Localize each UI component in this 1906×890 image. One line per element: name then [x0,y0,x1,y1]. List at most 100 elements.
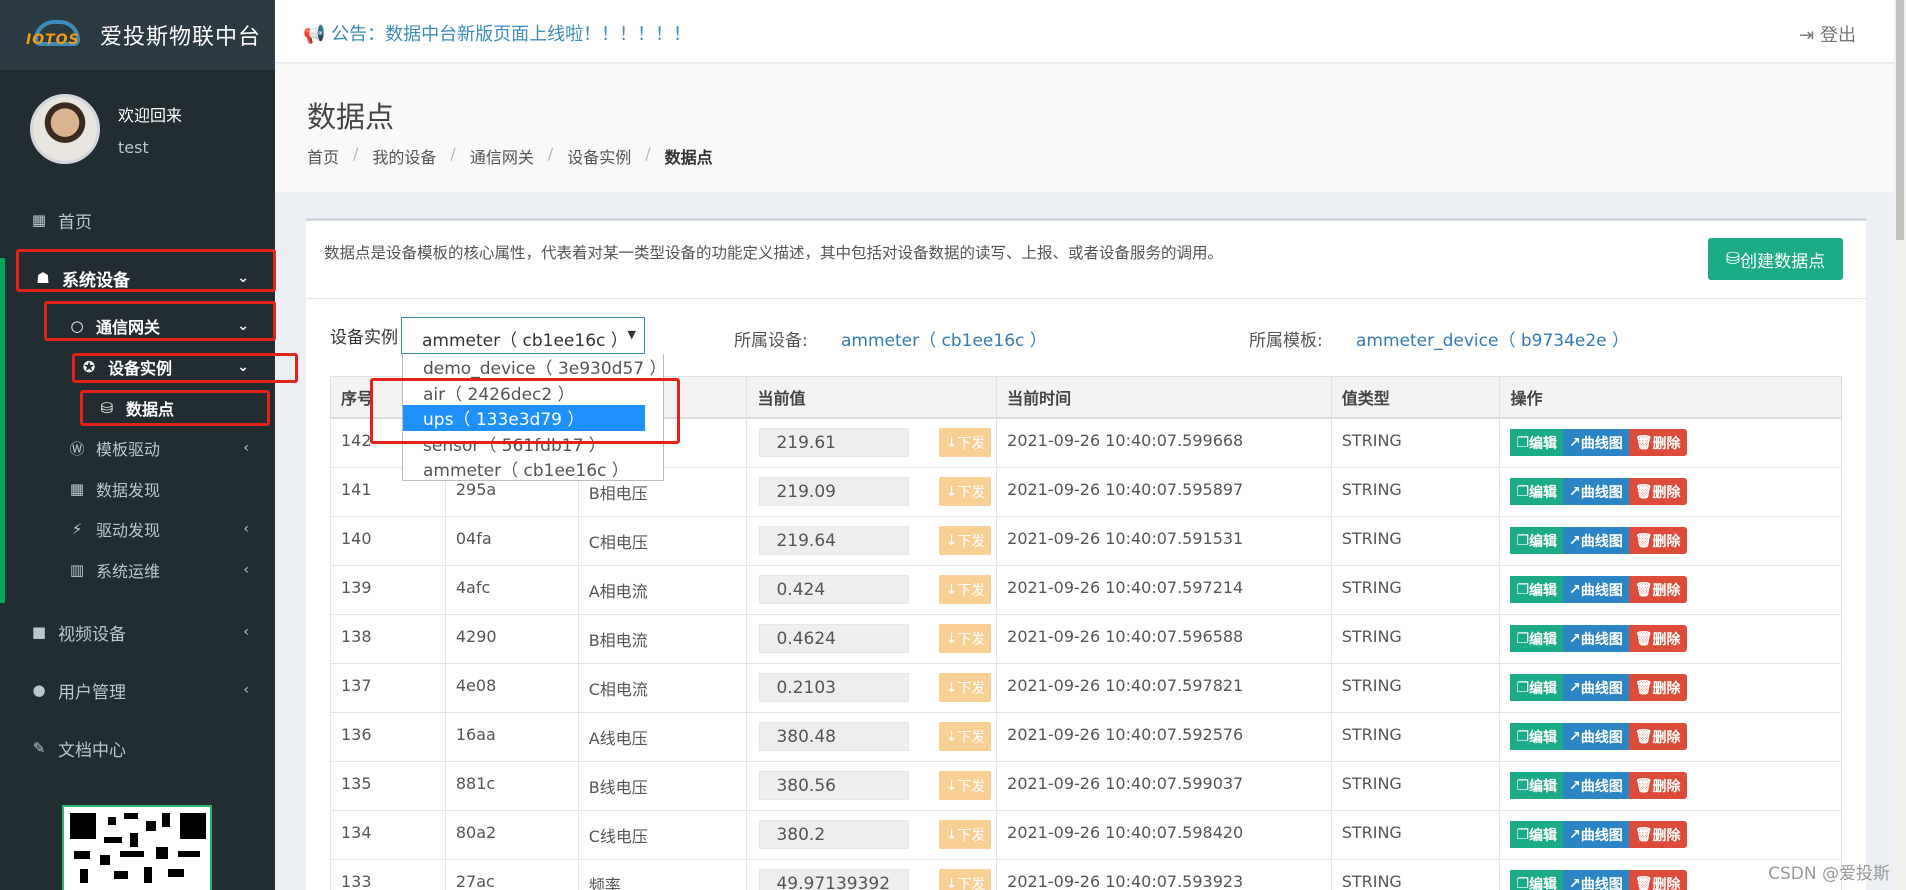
edit-button[interactable]: ❐ 编辑 [1510,527,1564,554]
value-input[interactable]: 0.4624 [759,624,910,653]
sidebar-item-template-driver[interactable]: Ⓦ 模板驱动 ‹ [0,436,275,460]
sidebar-item-driver-discovery[interactable]: ⚡ 驱动发现 ‹ [0,517,275,541]
device-instance-label: 设备实例 [330,328,398,348]
edit-button[interactable]: ❐ 编辑 [1510,674,1564,701]
breadcrumb: 首页 / 我的设备 / 通信网关 / 设备实例 / 数据点 [307,144,713,168]
row-current-value: 0.2103 ↓ 下发 [747,664,998,712]
edit-button[interactable]: ❐ 编辑 [1510,478,1564,505]
dropdown-option[interactable]: demo_device（ 3e930d57 ） [403,354,667,380]
device-instance-select[interactable]: ammeter（ cb1ee16c ） ▼ [401,317,645,354]
send-button[interactable]: ↓ 下发 [939,673,992,702]
sidebar-item-home[interactable]: ▦ 首页 [0,208,275,233]
value-input[interactable]: 49.97139392 [759,869,910,890]
send-button[interactable]: ↓ 下发 [939,820,992,849]
send-button[interactable]: ↓ 下发 [939,477,992,506]
line-chart-icon: ↗ [1569,532,1581,549]
curve-button[interactable]: ↗ 曲线图 [1563,576,1629,603]
delete-button[interactable]: 🗑 删除 [1628,821,1687,848]
breadcrumb-home[interactable]: 首页 [307,144,339,168]
edit-button[interactable]: ❐ 编辑 [1510,723,1564,750]
row-type: STRING [1332,615,1501,663]
delete-button[interactable]: 🗑 删除 [1628,478,1687,505]
edit-button[interactable]: ❐ 编辑 [1510,870,1564,890]
edit-button[interactable]: ❐ 编辑 [1510,772,1564,799]
value-input[interactable]: 380.2 [759,820,910,849]
table-row: 140 04fa C相电压 219.64 ↓ 下发 2021-09-26 10:4… [330,517,1842,566]
delete-button[interactable]: 🗑 删除 [1628,772,1687,799]
column-header: 当前时间 [997,377,1332,417]
line-chart-icon: ↗ [1569,826,1581,843]
template-value[interactable]: ammeter_device（ b9734e2e ） [1356,326,1629,351]
trash-icon: 🗑 [1634,679,1653,696]
curve-button[interactable]: ↗ 曲线图 [1563,478,1629,505]
curve-button[interactable]: ↗ 曲线图 [1563,870,1629,890]
value-input[interactable]: 380.56 [759,771,910,800]
row-current-value: 49.97139392 ↓ 下发 [747,860,998,890]
edit-button[interactable]: ❐ 编辑 [1510,821,1564,848]
value-input[interactable]: 219.61 [759,428,910,457]
line-chart-icon: ↗ [1569,630,1581,647]
curve-button[interactable]: ↗ 曲线图 [1563,772,1629,799]
sidebar-item-ops[interactable]: ▥ 系统运维 ‹ [0,558,275,582]
delete-button[interactable]: 🗑 删除 [1628,674,1687,701]
curve-button[interactable]: ↗ 曲线图 [1563,723,1629,750]
row-current-value: 219.61 ↓ 下发 [747,419,998,467]
curve-button[interactable]: ↗ 曲线图 [1563,527,1629,554]
value-input[interactable]: 219.64 [759,526,910,555]
user-name: test [118,137,149,157]
app-logo[interactable]: IOTOS 爱投斯物联中台 [0,0,275,70]
sidebar-item-docs[interactable]: ✎ 文档中心 [0,736,275,761]
table-row: 135 881c B线电压 380.56 ↓ 下发 2021-09-26 10:4… [330,762,1842,811]
delete-button[interactable]: 🗑 删除 [1628,870,1687,890]
edit-button[interactable]: ❐ 编辑 [1510,429,1564,456]
row-id: 881c [446,762,579,810]
video-icon: ■ [31,623,47,641]
copy-icon: ❐ [1516,434,1530,451]
edit-button[interactable]: ❐ 编辑 [1510,625,1564,652]
annotation-box [72,353,298,383]
delete-button[interactable]: 🗑 删除 [1628,429,1687,456]
sidebar-item-users[interactable]: ● 用户管理 ‹ [0,678,275,703]
logo-icon: IOTOS [26,20,84,50]
sidebar-item-data-discovery[interactable]: ▦ 数据发现 [0,477,275,501]
delete-button[interactable]: 🗑 删除 [1628,576,1687,603]
scrollbar[interactable] [1894,0,1906,890]
breadcrumb-gateway[interactable]: 通信网关 [470,144,534,168]
table-row: 133 27ac 频率 49.97139392 ↓ 下发 2021-09-26 1… [330,860,1842,890]
device-value[interactable]: ammeter（ cb1ee16c ） [841,326,1047,351]
delete-button[interactable]: 🗑 删除 [1628,625,1687,652]
send-button[interactable]: ↓ 下发 [939,722,992,751]
dropdown-option[interactable]: ammeter（ cb1ee16c ） [403,456,663,482]
logout-button[interactable]: ⇥ 登出 [1799,21,1856,47]
send-button[interactable]: ↓ 下发 [939,869,992,890]
table-row: 134 80a2 C线电压 380.2 ↓ 下发 2021-09-26 10:40… [330,811,1842,860]
value-input[interactable]: 219.09 [759,477,910,506]
curve-button[interactable]: ↗ 曲线图 [1563,429,1629,456]
edit-button[interactable]: ❐ 编辑 [1510,576,1564,603]
curve-button[interactable]: ↗ 曲线图 [1563,674,1629,701]
send-button[interactable]: ↓ 下发 [939,624,992,653]
send-button[interactable]: ↓ 下发 [939,771,992,800]
value-input[interactable]: 0.2103 [759,673,910,702]
delete-button[interactable]: 🗑 删除 [1628,527,1687,554]
send-button[interactable]: ↓ 下发 [939,428,992,457]
row-time: 2021-09-26 10:40:07.592576 [997,713,1332,761]
curve-button[interactable]: ↗ 曲线图 [1563,821,1629,848]
send-button[interactable]: ↓ 下发 [939,575,992,604]
table-row: 136 16aa A线电压 380.48 ↓ 下发 2021-09-26 10:4… [330,713,1842,762]
row-type: STRING [1332,664,1501,712]
create-data-point-button[interactable]: ⛁ 创建数据点 [1708,238,1843,280]
sidebar-item-video[interactable]: ■ 视频设备 ‹ [0,620,275,645]
breadcrumb-my-devices[interactable]: 我的设备 [372,144,436,168]
row-id: 4e08 [446,664,579,712]
delete-button[interactable]: 🗑 删除 [1628,723,1687,750]
row-actions: ❐ 编辑 ↗ 曲线图 🗑 删除 [1500,566,1841,614]
announcement[interactable]: 📢 公告：数据中台新版页面上线啦！！！！！！ [303,20,691,46]
breadcrumb-device-instance[interactable]: 设备实例 [567,144,631,168]
curve-button[interactable]: ↗ 曲线图 [1563,625,1629,652]
send-button[interactable]: ↓ 下发 [939,526,992,555]
row-type: STRING [1332,419,1501,467]
value-input[interactable]: 0.424 [759,575,910,604]
value-input[interactable]: 380.48 [759,722,910,751]
row-id: 80a2 [446,811,579,859]
